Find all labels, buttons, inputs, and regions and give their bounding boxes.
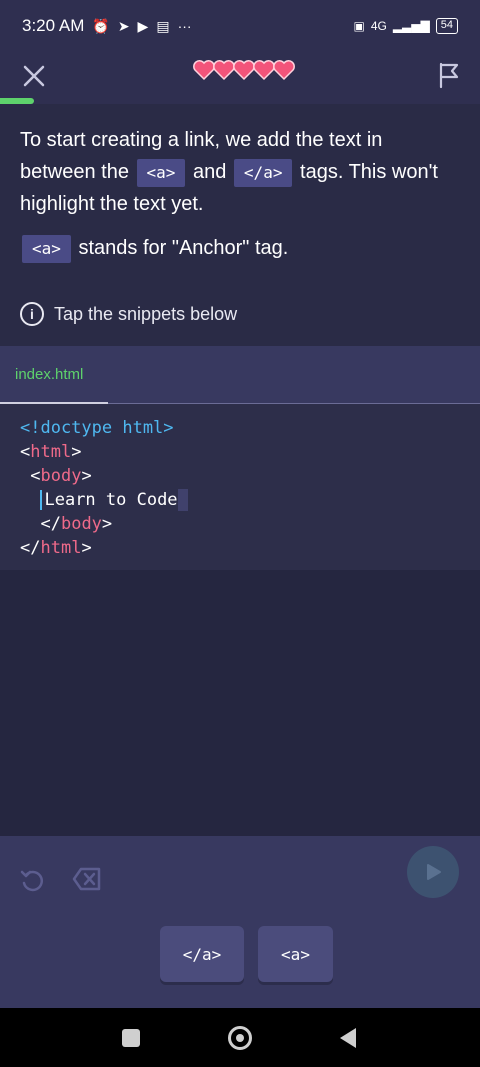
workspace-empty-area [0, 570, 480, 836]
run-button[interactable] [407, 846, 459, 898]
telegram-icon: ➤ [117, 17, 130, 34]
play-store-icon: ▶ [137, 17, 149, 34]
lesson-paragraph-1: To start creating a link, we add the tex… [20, 124, 460, 220]
battery-icon: 54 [435, 18, 458, 34]
alarm-icon: ⏰ [92, 17, 110, 34]
undo-icon[interactable] [18, 866, 46, 894]
info-icon: i [20, 302, 44, 326]
code-line: Learn to Code [20, 488, 480, 512]
heart-icon [273, 60, 295, 81]
lesson-paragraph-2: <a> stands for "Anchor" tag. [20, 232, 460, 264]
signal-icon: ▂▃▅▇ [392, 19, 430, 33]
network-label: 4G [370, 19, 387, 33]
code-line: <html> [20, 440, 480, 464]
system-nav-bar [0, 1008, 480, 1067]
flag-icon[interactable] [436, 60, 462, 90]
code-line: <!doctype html> [20, 416, 480, 440]
home-icon[interactable] [228, 1026, 252, 1050]
home-dot [236, 1034, 244, 1042]
bracket-token: > [81, 466, 92, 486]
code-chip-close-tag: </a> [233, 158, 293, 187]
bracket-token: </ [40, 514, 61, 534]
snippet-close-anchor[interactable]: </a> [160, 926, 244, 982]
bracket-token: < [20, 442, 31, 462]
backspace-icon[interactable] [72, 866, 102, 892]
code-line: </html> [20, 536, 480, 560]
snippet-open-anchor[interactable]: <a> [258, 926, 333, 982]
close-icon[interactable] [20, 62, 48, 90]
code-chip-anchor: <a> [22, 234, 71, 263]
bracket-token: </ [20, 538, 41, 558]
editor-tab-bar: index.html [0, 346, 480, 404]
code-editor: <!doctype html> <html> <body> Learn to Co… [0, 404, 480, 570]
play-icon [427, 864, 441, 880]
bracket-token: > [71, 442, 82, 462]
hint-text: Tap the snippets below [54, 303, 238, 324]
insert-cursor[interactable] [40, 490, 43, 510]
recents-icon[interactable] [122, 1029, 140, 1047]
volte-icon: ▣ [353, 19, 365, 33]
code-chip-open-tag: <a> [136, 158, 186, 187]
code-line: </body> [20, 512, 480, 536]
status-time: 3:20 AM [22, 16, 85, 35]
code-line: <body> [20, 464, 480, 488]
bracket-token: > [81, 538, 92, 558]
text-token: Learn to Code [44, 490, 178, 510]
tag-token: body [60, 514, 102, 534]
tag-token: html [40, 538, 82, 558]
news-icon: ▤ [156, 17, 170, 34]
more-icon: ··· [177, 18, 192, 34]
lesson-text: and [187, 161, 232, 183]
lives-hearts [192, 58, 296, 82]
status-bar: 3:20 AM ⏰ ➤ ▶ ▤ ··· ▣ 4G ▂▃▅▇ 54 [0, 0, 480, 52]
bracket-token: > [101, 514, 113, 534]
lesson-top-bar [0, 52, 480, 104]
file-tab-index-html[interactable]: index.html [15, 366, 83, 383]
lesson-text: stands for "Anchor" tag. [72, 237, 289, 259]
doctype-token: <!doctype html> [20, 418, 174, 438]
snippet-panel: </a> <a> [0, 836, 480, 1008]
snippet-slot[interactable] [177, 489, 188, 511]
snippet-hint: i Tap the snippets below [20, 302, 460, 326]
tag-token: html [30, 442, 72, 462]
tag-token: body [40, 466, 82, 486]
lesson-instructions: To start creating a link, we add the tex… [0, 104, 480, 346]
back-icon[interactable] [340, 1028, 356, 1048]
battery-level: 54 [440, 19, 453, 31]
bracket-token: < [30, 466, 41, 486]
